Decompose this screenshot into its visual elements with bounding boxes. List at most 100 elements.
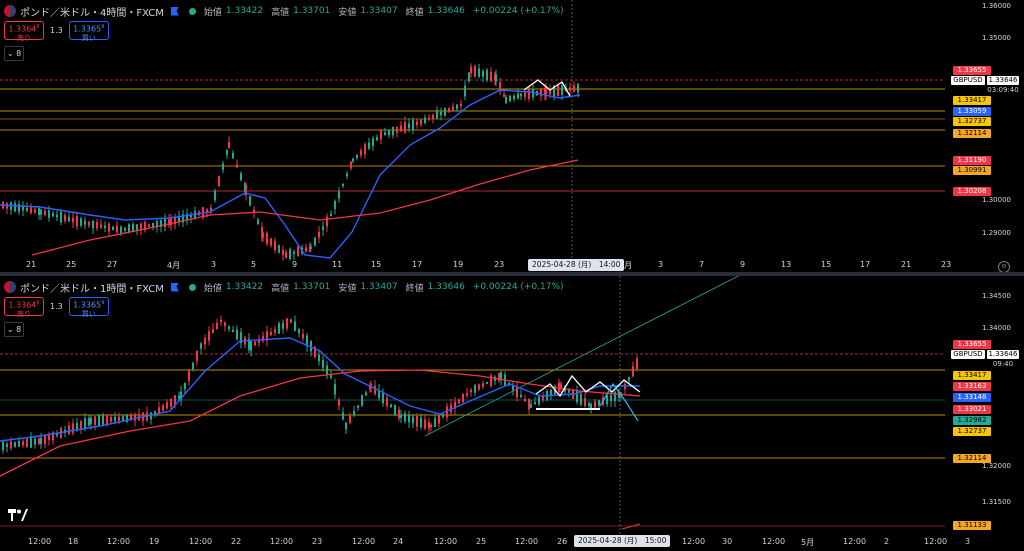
- candle-body: [442, 413, 444, 418]
- chart-canvas-4h[interactable]: [0, 0, 1024, 272]
- close-key: 終値: [405, 283, 424, 294]
- candle-body: [305, 247, 307, 252]
- candle-body: [2, 441, 4, 451]
- price-label-1: 1.33417: [953, 95, 991, 105]
- candle-body: [404, 413, 406, 422]
- candle-body: [416, 121, 418, 126]
- candle-body: [466, 393, 468, 396]
- candle-body: [38, 208, 40, 216]
- candle-body: [212, 328, 214, 334]
- candle-body: [282, 323, 284, 329]
- candle-body: [386, 397, 388, 407]
- candle-body: [236, 164, 238, 168]
- candle-body: [134, 414, 136, 421]
- candle-body: [610, 394, 612, 402]
- candle-body: [349, 415, 351, 424]
- buy-button[interactable]: 1.33659 買い: [68, 21, 109, 42]
- candle-body: [102, 415, 104, 425]
- candle-body: [220, 319, 222, 323]
- candle-body: [478, 384, 480, 390]
- candle-body: [314, 237, 316, 246]
- candle-body: [293, 251, 295, 254]
- candle-body: [538, 397, 540, 405]
- indicators-collapse-button[interactable]: ⌄ 8: [4, 46, 24, 61]
- bookmark-flag-icon[interactable]: [170, 6, 179, 16]
- candle-body: [478, 68, 480, 77]
- time-axis-label: 26: [557, 537, 568, 546]
- sell-button[interactable]: 1.33646 売り: [4, 297, 44, 318]
- price-label-4: 1.32114: [953, 128, 991, 138]
- time-axis-label: 22: [231, 537, 242, 546]
- time-axis-label: 23: [312, 537, 323, 546]
- candle-body: [257, 219, 259, 225]
- low-value: 1.33407: [360, 6, 398, 16]
- crosshair-time-tag: 2025-04-28 (月) 15:00: [574, 535, 671, 547]
- candle-body: [524, 398, 526, 402]
- indicators-collapse-button[interactable]: ⌄ 8: [4, 322, 24, 337]
- candle-body: [408, 123, 410, 129]
- time-axis-label: 27: [107, 260, 118, 269]
- time-axis-label: 15: [371, 260, 382, 269]
- time-axis-label: 13: [781, 260, 792, 269]
- candle-body: [632, 366, 634, 377]
- countdown-label: 09:40: [992, 360, 1014, 368]
- candle-body: [528, 89, 530, 99]
- candle-body: [598, 400, 600, 406]
- tradingview-logo-icon[interactable]: [8, 509, 28, 521]
- chart-canvas-1h[interactable]: [0, 276, 1024, 551]
- chart-pane-4h[interactable]: ポンド／米ドル・4時間・FXCM 始値 1.33422 高値 1.33701 安値 1…: [0, 0, 1024, 273]
- candle-body: [34, 438, 36, 445]
- candle-body: [513, 95, 515, 100]
- sell-button[interactable]: 1.33646 売り: [4, 21, 44, 42]
- price-axis-label: 1.35000: [982, 34, 1011, 42]
- candle-body: [150, 412, 152, 420]
- time-axis-label: 21: [26, 260, 37, 269]
- candle-body: [557, 85, 559, 96]
- candle-body: [573, 85, 575, 92]
- candle-body: [490, 71, 492, 82]
- sell-price: 1.3364: [8, 24, 37, 34]
- time-axis-label: 12:00: [924, 537, 948, 546]
- candle-body: [84, 220, 86, 225]
- gbp-flag-icon: [4, 5, 16, 17]
- symbol-title[interactable]: ポンド／米ドル・4時間・FXCM: [20, 4, 164, 19]
- bookmark-flag-icon[interactable]: [170, 282, 179, 292]
- candle-body: [228, 141, 230, 149]
- candle-body: [432, 114, 434, 119]
- candle-body: [40, 437, 42, 445]
- sell-label: 売り: [17, 309, 31, 318]
- candle-body: [80, 420, 82, 430]
- candle-body: [530, 404, 532, 408]
- price-label-7: 1.32114: [953, 453, 991, 463]
- candle-body: [216, 322, 218, 330]
- candle-body: [357, 405, 359, 408]
- candle-body: [232, 152, 234, 159]
- price-axis-label: 1.29000: [982, 229, 1011, 237]
- candle-body: [120, 226, 122, 234]
- time-axis-label: 3: [965, 537, 971, 546]
- symbol-title[interactable]: ポンド／米ドル・1時間・FXCM: [20, 280, 164, 295]
- candle-body: [470, 66, 472, 74]
- crosshair-time-tag: 2025-04-28 (月) 14:00: [528, 259, 625, 271]
- buy-label: 買い: [81, 309, 96, 318]
- time-axis-label: 12:00: [270, 537, 294, 546]
- candle-body: [584, 398, 586, 406]
- candle-body: [322, 226, 324, 230]
- candle-body: [614, 391, 616, 402]
- time-axis-label: 12:00: [515, 537, 539, 546]
- candle-body: [503, 94, 505, 97]
- candle-body: [588, 403, 590, 406]
- chart-pane-1h[interactable]: ポンド／米ドル・1時間・FXCM 始値 1.33422 高値 1.33701 安値 1…: [0, 276, 1024, 551]
- candle-body: [310, 246, 312, 250]
- candle-body: [376, 137, 378, 141]
- candle-body: [68, 216, 70, 222]
- candle-body: [10, 441, 12, 449]
- price-label-6: 1.30991: [953, 165, 991, 175]
- candle-body: [192, 362, 194, 370]
- candle-body: [80, 218, 82, 226]
- buy-button[interactable]: 1.33659 買い: [68, 297, 109, 318]
- candle-body: [464, 85, 466, 97]
- candle-body: [452, 106, 454, 111]
- candle-body: [22, 441, 24, 446]
- candle-body: [72, 423, 74, 434]
